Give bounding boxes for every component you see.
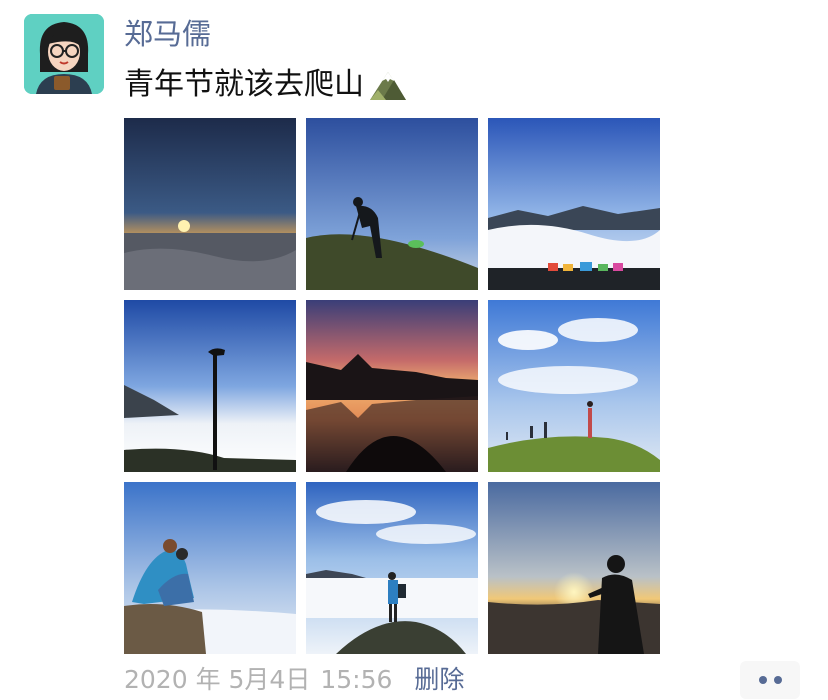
more-dots-icon: [758, 676, 767, 684]
post-text-content: 青年节就该去爬山: [124, 67, 364, 102]
photo-peak-reflection-sunset[interactable]: [306, 300, 478, 472]
photo-hiker-silhouette[interactable]: [306, 118, 478, 290]
avatar[interactable]: [24, 14, 104, 94]
more-options-button[interactable]: [740, 661, 800, 699]
photo-trekking-pole[interactable]: [124, 300, 296, 472]
photo-tents-above-clouds[interactable]: [488, 118, 660, 290]
photo-sunrise-sea-of-clouds[interactable]: [124, 118, 296, 290]
post-time: 15:56: [320, 665, 393, 694]
post-text: 青年节就该去爬山: [124, 64, 408, 106]
more-dots-icon: [773, 676, 782, 684]
delete-button[interactable]: 删除: [414, 662, 464, 698]
author-name[interactable]: 郑马儒: [124, 14, 211, 54]
photo-sunset-silhouette[interactable]: [488, 482, 660, 654]
post-date: 2020 年 5月4日: [124, 665, 311, 694]
avatar-illustration: [24, 14, 104, 94]
photo-hiker-on-cliff[interactable]: [306, 482, 478, 654]
post-meta: 2020 年 5月4日 15:56 删除: [124, 662, 464, 698]
photo-couple-on-rock[interactable]: [124, 482, 296, 654]
mountain-icon: [368, 68, 408, 102]
photo-hikers-on-grassy-summit[interactable]: [488, 300, 660, 472]
photo-grid: [124, 118, 660, 654]
